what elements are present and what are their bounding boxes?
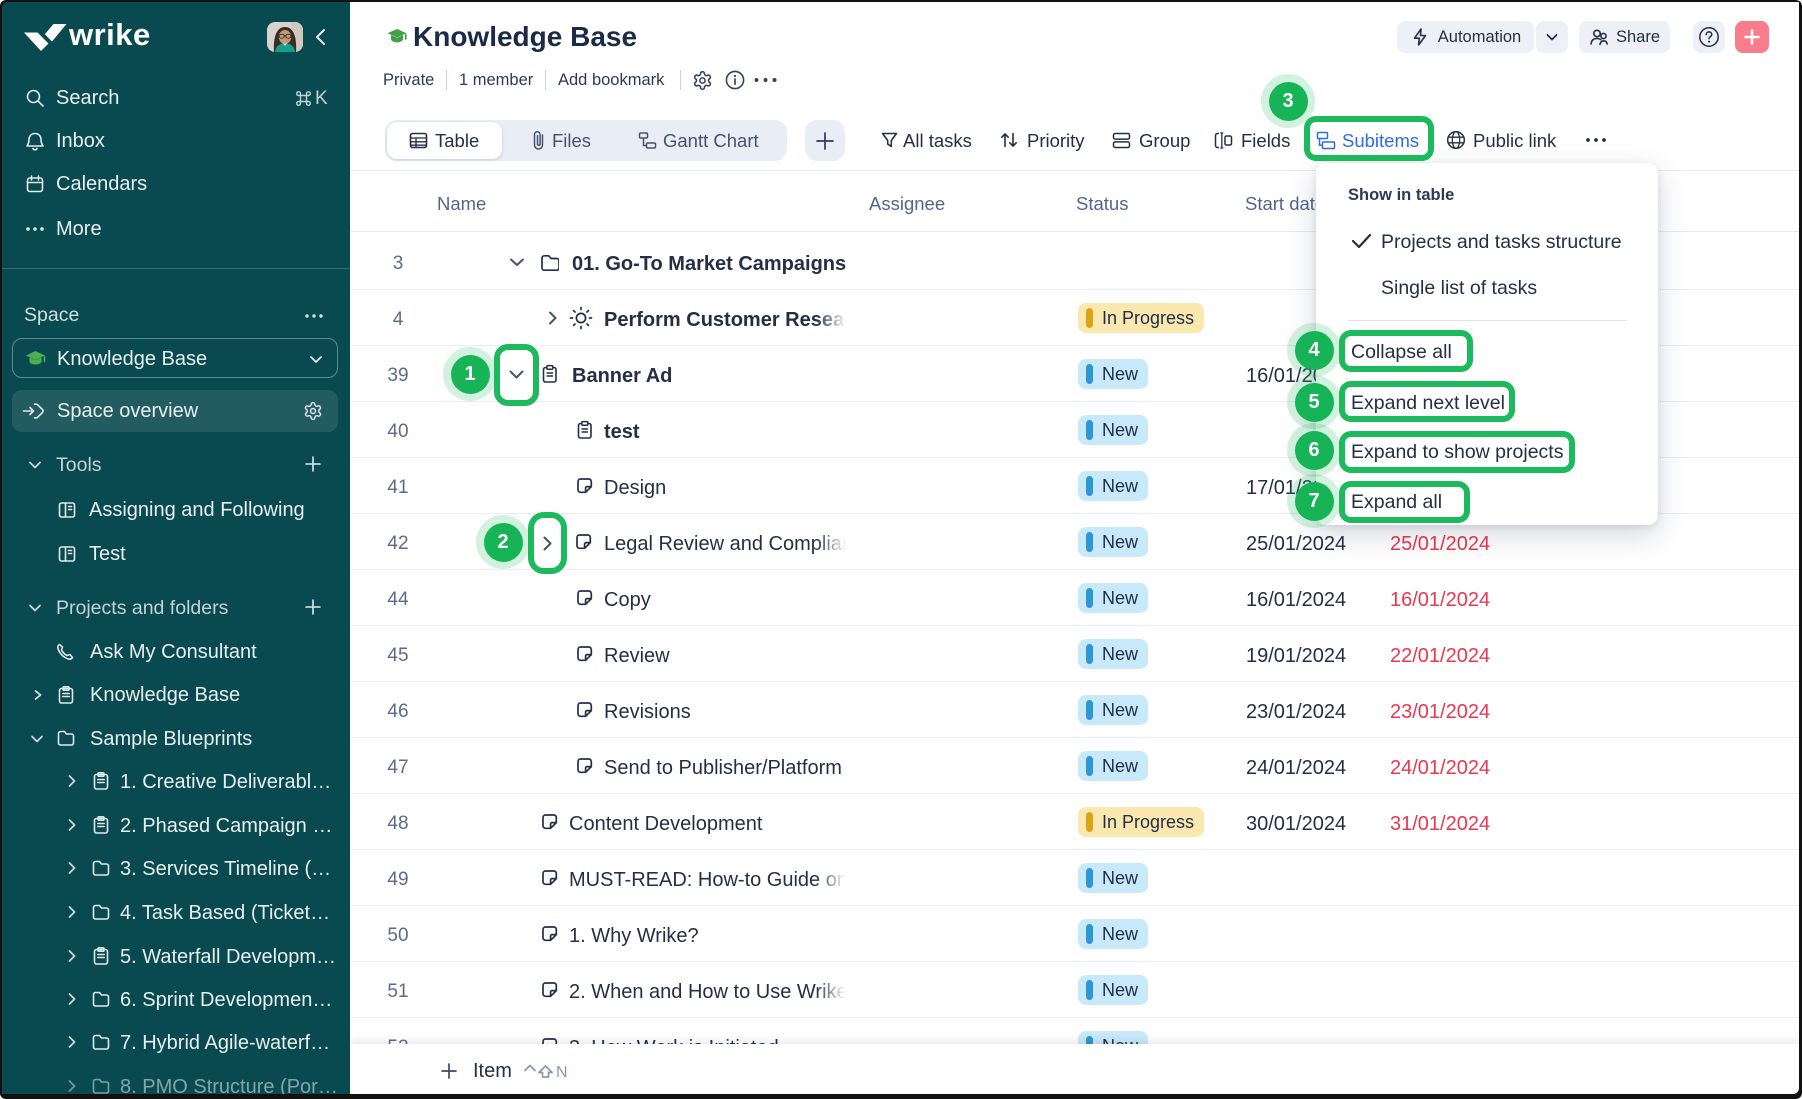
svg-text:N: N bbox=[556, 1064, 568, 1081]
